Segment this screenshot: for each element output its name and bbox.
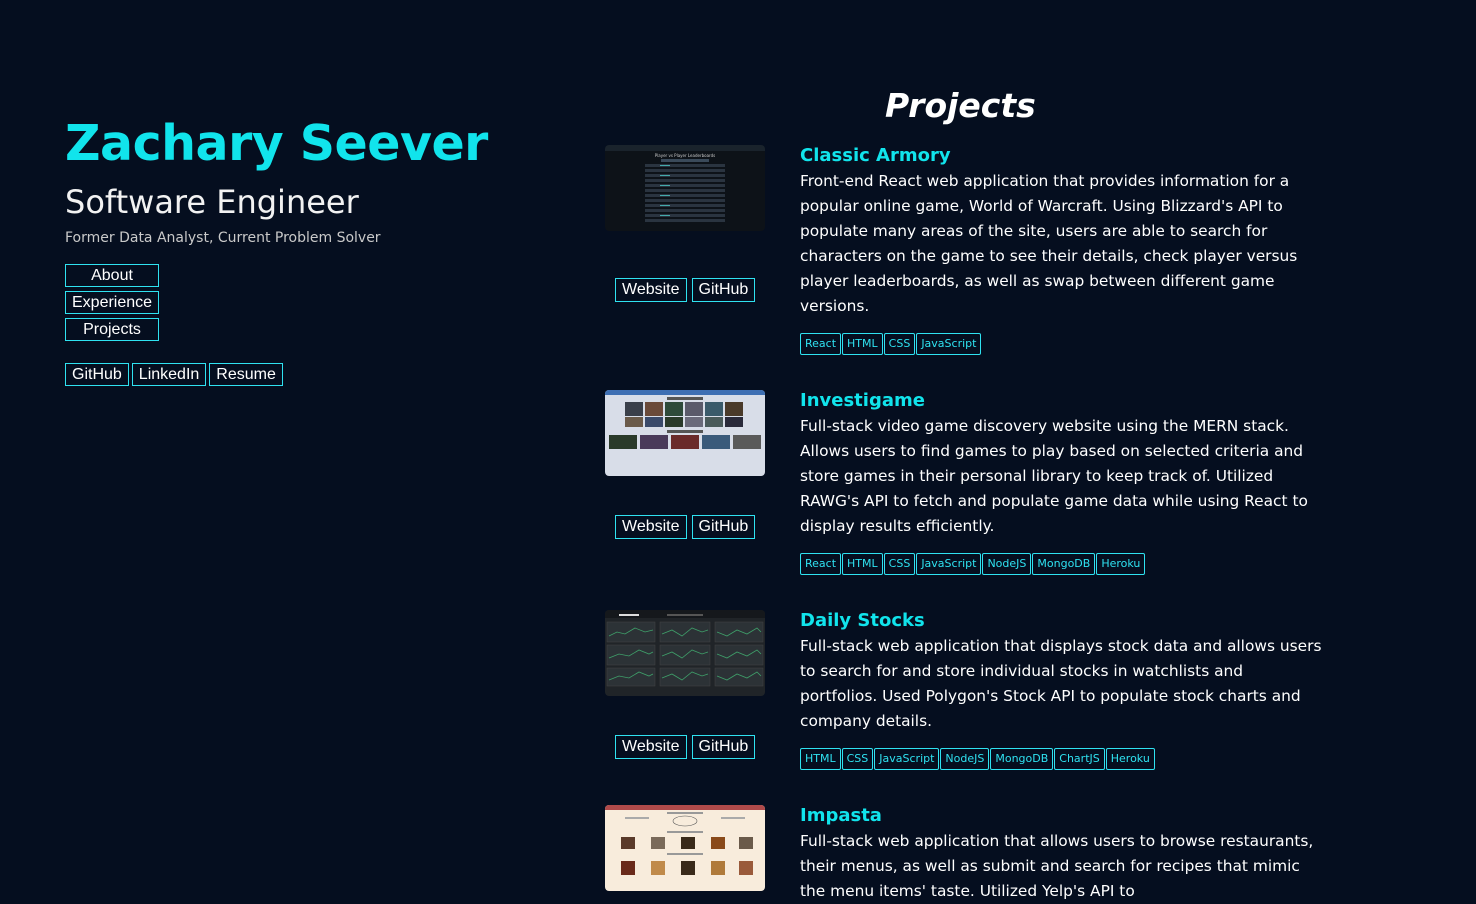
github-button[interactable]: GitHub — [691, 278, 756, 302]
project-thumbnail[interactable] — [605, 610, 765, 696]
project-details: Impasta Full-stack web application that … — [800, 805, 1325, 904]
project-title[interactable]: Classic Armory — [800, 145, 1325, 167]
tech-tag: ChartJS — [1054, 748, 1105, 770]
project-links: Website GitHub — [615, 515, 756, 539]
website-button[interactable]: Website — [615, 278, 687, 302]
project-details: Investigame Full-stack video game discov… — [800, 390, 1325, 575]
projects-heading: Projects — [885, 86, 1036, 125]
profile-role: Software Engineer — [65, 183, 359, 221]
github-button[interactable]: GitHub — [691, 515, 756, 539]
nav-experience-button[interactable]: Experience — [65, 291, 159, 314]
tech-tag: JavaScript — [874, 748, 940, 770]
github-link[interactable]: GitHub — [65, 363, 129, 386]
section-nav: About Experience Projects — [65, 264, 535, 341]
social-links: GitHub LinkedIn Resume — [65, 363, 535, 386]
tech-tag: NodeJS — [982, 553, 1032, 575]
tech-tag: HTML — [842, 333, 883, 355]
project-thumbnail[interactable] — [605, 805, 765, 891]
tech-tag: JavaScript — [916, 333, 982, 355]
project-links: Website GitHub — [615, 278, 756, 302]
github-button[interactable]: GitHub — [691, 735, 756, 759]
tech-tag: CSS — [883, 553, 916, 575]
resume-link[interactable]: Resume — [209, 363, 283, 386]
tech-tags: React HTML CSS JavaScript — [800, 333, 1325, 355]
tech-tag: Heroku — [1096, 553, 1146, 575]
profile-tagline: Former Data Analyst, Current Problem Sol… — [65, 230, 381, 246]
project-details: Classic Armory Front-end React web appli… — [800, 145, 1325, 355]
project-thumbnail[interactable] — [605, 390, 765, 476]
tech-tags: HTML CSS JavaScript NodeJS MongoDB Chart… — [800, 748, 1325, 770]
project-description: Front-end React web application that pro… — [800, 172, 1298, 315]
tech-tag: JavaScript — [916, 553, 982, 575]
project-title[interactable]: Impasta — [800, 805, 1325, 827]
project-thumbnail[interactable]: Player vs Player Leaderboards — [605, 145, 765, 231]
tech-tag: MongoDB — [990, 748, 1054, 770]
project-links: Website GitHub — [615, 735, 756, 759]
thumb-caption: Player vs Player Leaderboards — [655, 153, 716, 158]
project-title[interactable]: Investigame — [800, 390, 1325, 412]
project-details: Daily Stocks Full-stack web application … — [800, 610, 1325, 770]
tech-tag: Heroku — [1105, 748, 1155, 770]
tech-tag: CSS — [883, 333, 916, 355]
tech-tag: React — [800, 333, 842, 355]
tech-tag: HTML — [842, 553, 883, 575]
tech-tag: HTML — [800, 748, 841, 770]
tech-tag: NodeJS — [940, 748, 990, 770]
profile-name: Zachary Seever — [65, 115, 488, 172]
project-description: Full-stack video game discovery website … — [800, 417, 1308, 535]
website-button[interactable]: Website — [615, 735, 687, 759]
project-description: Full-stack web application that allows u… — [800, 832, 1314, 900]
profile-panel: Zachary Seever Software Engineer Former … — [65, 114, 535, 386]
nav-about-button[interactable]: About — [65, 264, 159, 287]
project-title[interactable]: Daily Stocks — [800, 610, 1325, 632]
tech-tag: MongoDB — [1032, 553, 1096, 575]
tech-tags: React HTML CSS JavaScript NodeJS MongoDB… — [800, 553, 1325, 575]
nav-projects-button[interactable]: Projects — [65, 318, 159, 341]
website-button[interactable]: Website — [615, 515, 687, 539]
tech-tag: React — [800, 553, 842, 575]
tech-tag: CSS — [841, 748, 874, 770]
linkedin-link[interactable]: LinkedIn — [131, 363, 207, 386]
project-description: Full-stack web application that displays… — [800, 637, 1322, 730]
